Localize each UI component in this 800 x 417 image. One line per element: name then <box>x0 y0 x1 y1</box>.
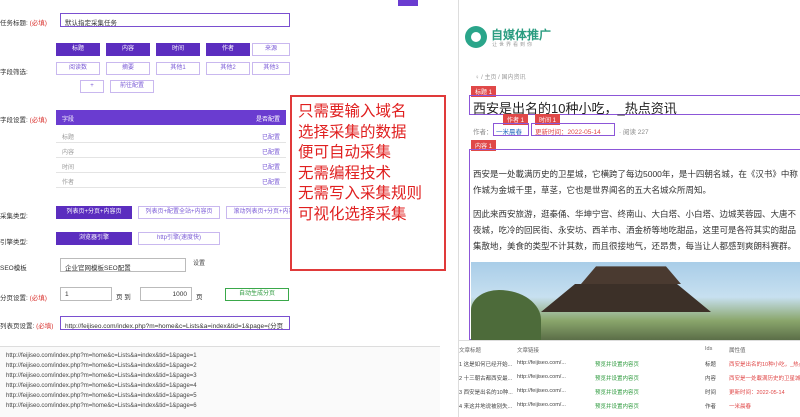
overlay-line: 无需写入采集规则 <box>298 184 423 202</box>
list-page-label: 列表页设置: (必填) <box>0 323 54 330</box>
page-to-text: 页 到 <box>116 294 131 301</box>
logo-mark-icon <box>465 26 487 48</box>
add-field-button[interactable]: + <box>80 80 104 93</box>
article-image <box>471 262 800 340</box>
task-title-label: 任务标题: (必填) <box>0 20 47 27</box>
overlay-line: 选择采集的数据 <box>298 122 407 141</box>
logo-slogan: 让世界看到你 <box>492 42 535 48</box>
feature-overlay: 只需要输入域名 选择采集的数据 便可自动采集 无需编程技术 无需写入采集规则 可… <box>290 95 446 271</box>
collect-type-label: 采集类型: <box>0 213 28 220</box>
generated-urls-list: http://feijiseo.com/index.php?m=home&c=L… <box>0 346 440 417</box>
meta-read-count: · 阅读 227 <box>619 129 649 136</box>
filter-sub-reads[interactable]: 阅读数 <box>56 62 100 75</box>
collect-type-list-page[interactable]: 列表页+分页+内容页 <box>56 206 132 219</box>
engine-type-label: 引擎类型: <box>0 239 28 246</box>
filter-tab-time[interactable]: 时间 <box>156 43 200 56</box>
auto-generate-pages-button[interactable]: 自动生成分页 <box>225 288 289 301</box>
article-table: 文章标题 文章链接 Ids 属性值 1 这是如何已经开始... http://f… <box>459 340 800 417</box>
task-title-input[interactable]: 默认指定采集任务 <box>60 13 290 27</box>
filter-tab-author[interactable]: 作者 <box>206 43 250 56</box>
url-item: http://feijiseo.com/index.php?m=home&c=L… <box>6 383 197 389</box>
list-page-url-input[interactable]: http://feijiseo.com/index.php?m=home&c=L… <box>60 316 290 330</box>
url-item: http://feijiseo.com/index.php?m=home&c=L… <box>6 353 197 359</box>
overlay-line: 只需要输入域名 <box>298 102 407 120</box>
grid-row[interactable]: 标题 已配置 <box>56 128 286 143</box>
filter-sub-other1[interactable]: 其他1 <box>156 62 200 75</box>
overlay-line: 无需编程技术 <box>298 163 392 182</box>
meta-author[interactable]: 一米晨春 <box>496 126 522 136</box>
seo-template-label: SEO模板 <box>0 265 27 272</box>
table-row[interactable]: 2 十三朝古都西安最... http://feijiseo.com/... 预览… <box>459 371 800 383</box>
engine-browser[interactable]: 浏览器引擎 <box>56 232 132 245</box>
table-header: 文章标题 文章链接 Ids 属性值 <box>459 346 746 354</box>
filter-tab-title[interactable]: 标题 <box>56 43 100 56</box>
table-row[interactable]: 3 西安是出名的10种... http://feijiseo.com/... 预… <box>459 385 800 397</box>
pagoda-roof <box>581 266 681 284</box>
grid-header: 字段 是否配置 <box>56 110 286 125</box>
pagination-label: 分页设置: (必填) <box>0 295 47 302</box>
url-item: http://feijiseo.com/index.php?m=home&c=L… <box>6 373 197 379</box>
meta-time: 更新时间：2022-05-14 <box>535 129 601 136</box>
filter-sub-other2[interactable]: 其他2 <box>206 62 250 75</box>
goto-config-button[interactable]: 前往配置 <box>110 80 154 93</box>
table-row[interactable]: 4 来这并地说被别失... http://feijiseo.com/... 预览… <box>459 399 800 411</box>
table-row[interactable]: 1 这是如何已经开始... http://feijiseo.com/... 预览… <box>459 357 800 369</box>
grid-row[interactable]: 内容 已配置 <box>56 143 286 158</box>
tree <box>471 290 541 340</box>
collect-type-fullsite[interactable]: 列表页+配置全站+内容页 <box>138 206 220 219</box>
filter-sub-summary[interactable]: 摘要 <box>106 62 150 75</box>
top-action-button[interactable] <box>398 0 418 6</box>
field-settings-label: 字段设置: (必填) <box>0 117 47 124</box>
content-paragraph-1: 西安是一处載满历史的卫星城，它横跨了每边5000年，是十四朝名城，在《汉书》中称… <box>473 169 798 195</box>
url-item: http://feijiseo.com/index.php?m=home&c=L… <box>6 393 197 399</box>
page-preview-panel: 自媒体推广 让世界看到你 ♀ / 主页 / 国内资讯 标题 1 西安是出名的10… <box>458 0 800 417</box>
overlay-line: 可视化选择采集 <box>298 204 407 223</box>
content-paragraph-2: 因此来西安旅游，逛秦俑、华坤宁宫、终南山、大白塔、小白塔、边城芙蓉园、大唐不夜城… <box>473 209 797 251</box>
breadcrumb[interactable]: ♀ / 主页 / 国内资讯 <box>475 72 526 81</box>
url-item: http://feijiseo.com/index.php?m=home&c=L… <box>6 403 197 409</box>
overlay-line: 便可自动采集 <box>298 143 392 161</box>
page-to-input[interactable]: 1000 <box>140 287 192 301</box>
seo-template-select[interactable]: 企业官网模板SEO配置 <box>60 258 186 272</box>
filter-tab-source[interactable]: 来源 <box>252 43 290 56</box>
grid-row[interactable]: 时间 已配置 <box>56 158 286 173</box>
engine-http[interactable]: http引擎(速度快) <box>138 232 220 245</box>
seo-settings-button[interactable]: 设置 <box>188 259 210 272</box>
meta-author-label: 作者： <box>473 129 493 136</box>
filter-tab-content[interactable]: 内容 <box>106 43 150 56</box>
page-from-input[interactable]: 1 <box>60 287 112 301</box>
page-unit-text: 页 <box>196 294 203 301</box>
field-filter-label: 字段筛选: <box>0 69 28 76</box>
filter-sub-other3[interactable]: 其他3 <box>252 62 290 75</box>
grid-row[interactable]: 作者 已配置 <box>56 173 286 188</box>
url-item: http://feijiseo.com/index.php?m=home&c=L… <box>6 363 197 369</box>
